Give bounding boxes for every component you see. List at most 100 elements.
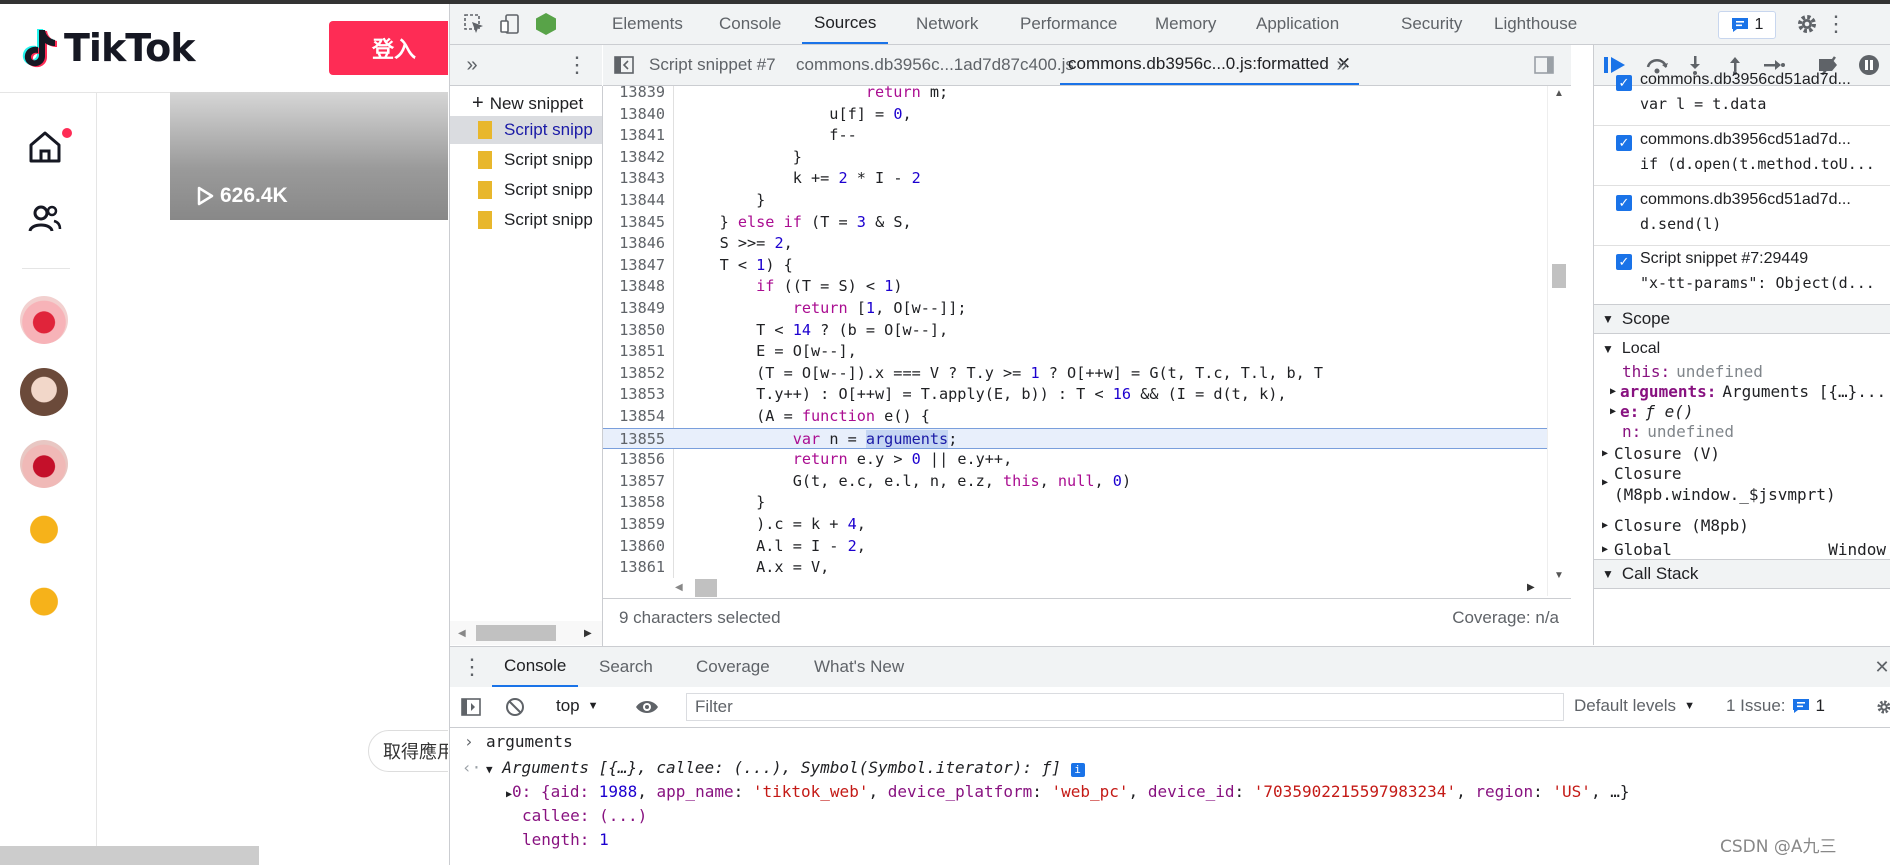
navigator-scrollbar[interactable]: ◀ ▶ xyxy=(450,621,602,645)
scope-closure-window[interactable]: ▶ Closure (M8pb.window._$jsvmprt) xyxy=(1594,463,1890,509)
line-number[interactable]: 13840 xyxy=(603,104,665,126)
avatar[interactable] xyxy=(20,580,68,628)
line-number[interactable]: 13847 xyxy=(603,255,665,277)
login-button[interactable]: 登入 xyxy=(329,21,448,75)
code-line[interactable]: 13849 return [1, O[w--]]; xyxy=(603,298,1563,320)
code-line[interactable]: 13845 } else if (T = 3 & S, xyxy=(603,212,1563,234)
line-number[interactable]: 13849 xyxy=(603,298,665,320)
home-icon[interactable] xyxy=(22,124,72,170)
line-number[interactable]: 13853 xyxy=(603,384,665,406)
line-number[interactable]: 13844 xyxy=(603,190,665,212)
scroll-up-icon[interactable]: ▲ xyxy=(1554,88,1564,99)
code-line[interactable]: 13854 (A = function e() { xyxy=(603,406,1563,428)
editor-vertical-scrollbar[interactable]: ▲ ▼ xyxy=(1547,86,1570,596)
line-number[interactable]: 13848 xyxy=(603,276,665,298)
tab-performance[interactable]: Performance xyxy=(1020,4,1117,44)
live-expression-eye-icon[interactable] xyxy=(634,696,660,718)
editor-tab-snippet[interactable]: Script snippet #7 xyxy=(649,45,776,85)
editor-tab-commons[interactable]: commons.db3956c...1ad7d87c400.js xyxy=(796,45,1074,85)
tab-application[interactable]: Application xyxy=(1256,4,1339,44)
following-icon[interactable] xyxy=(22,196,68,242)
line-number[interactable]: 13850 xyxy=(603,320,665,342)
scroll-left-icon[interactable]: ◀ xyxy=(458,628,466,639)
call-stack-section-header[interactable]: ▼ Call Stack xyxy=(1594,559,1890,589)
code-line[interactable]: 13839 return m; xyxy=(603,86,1563,104)
drawer-tab-whats-new[interactable]: What's New xyxy=(814,647,904,687)
code-line[interactable]: 13861 A.x = V, xyxy=(603,557,1563,579)
line-number[interactable]: 13846 xyxy=(603,233,665,255)
video-thumbnail[interactable]: 626.4K xyxy=(170,92,448,220)
breakpoint-checkbox[interactable]: ✓ xyxy=(1616,75,1632,91)
navigator-menu-icon[interactable]: ⋮ xyxy=(566,52,588,77)
scope-n[interactable]: n: undefined xyxy=(1594,419,1890,443)
filter-input[interactable]: Filter xyxy=(686,693,1564,721)
scope-local[interactable]: ▼ Local xyxy=(1594,337,1890,361)
line-number[interactable]: 13841 xyxy=(603,125,665,147)
breakpoint-checkbox[interactable]: ✓ xyxy=(1616,254,1632,270)
node-icon[interactable] xyxy=(534,12,558,36)
console-settings-gear-icon[interactable] xyxy=(1876,696,1890,718)
code-line[interactable]: 13853 T.y++) : O[++w] = T.apply(E, b)) :… xyxy=(603,384,1563,406)
snippet-item[interactable]: Script snipp xyxy=(450,116,602,144)
drawer-tab-coverage[interactable]: Coverage xyxy=(696,647,770,687)
code-line[interactable]: 13842 } xyxy=(603,147,1563,169)
breakpoint-item[interactable]: ✓ commons.db3956cd51ad7d... if (d.open(t.m… xyxy=(1594,125,1890,186)
code-line[interactable]: 13846 S >>= 2, xyxy=(603,233,1563,255)
line-number[interactable]: 13858 xyxy=(603,492,665,514)
show-sidebar-icon[interactable] xyxy=(460,696,482,718)
new-snippet-button[interactable]: + New snippet xyxy=(472,92,583,115)
avatar[interactable] xyxy=(20,440,68,488)
code-line[interactable]: 13859 ).c = k + 4, xyxy=(603,514,1563,536)
line-number[interactable]: 13861 xyxy=(603,557,665,579)
snippet-item[interactable]: Script snipp xyxy=(450,206,602,234)
avatar[interactable] xyxy=(20,508,68,556)
scroll-right-icon[interactable]: ▶ xyxy=(1527,582,1535,593)
avatar[interactable] xyxy=(20,296,68,344)
tab-sources[interactable]: Sources xyxy=(802,4,889,44)
drawer-tab-search[interactable]: Search xyxy=(599,647,653,687)
scope-closure-m8pb[interactable]: ▶ Closure (M8pb) xyxy=(1594,513,1890,537)
console-item-0[interactable]: ▶0: {aid: 1988, app_name: 'tiktok_web', … xyxy=(506,780,1629,804)
scroll-down-icon[interactable]: ▼ xyxy=(1554,570,1564,581)
line-number[interactable]: 13842 xyxy=(603,147,665,169)
code-line[interactable]: 13852 (T = O[w--]).x === V ? T.y >= 1 ? … xyxy=(603,363,1563,385)
scroll-right-icon[interactable]: ▶ xyxy=(584,628,592,639)
breakpoint-checkbox[interactable]: ✓ xyxy=(1616,135,1632,151)
tab-network[interactable]: Network xyxy=(916,4,978,44)
line-number[interactable]: 13859 xyxy=(603,514,665,536)
code-line[interactable]: 13848 if ((T = S) < 1) xyxy=(603,276,1563,298)
code-line[interactable]: 13850 T < 14 ? (b = O[w--], xyxy=(603,320,1563,342)
code-line[interactable]: 13857 G(t, e.c, e.l, n, e.z, this, null,… xyxy=(603,471,1563,493)
clear-console-icon[interactable] xyxy=(504,696,526,718)
issues-button[interactable]: 1 xyxy=(1718,11,1776,39)
scroll-thumb[interactable] xyxy=(476,625,556,641)
code-line[interactable]: 13843 k += 2 * I - 2 xyxy=(603,168,1563,190)
page-horizontal-scrollbar[interactable] xyxy=(0,846,259,865)
get-app-button[interactable]: 取得應用 xyxy=(368,730,448,772)
code-line[interactable]: 13856 return e.y > 0 || e.y++, xyxy=(603,449,1563,471)
scope-global[interactable]: ▶ Global Window xyxy=(1594,537,1890,561)
more-editor-tabs-icon[interactable]: » xyxy=(1331,53,1353,77)
scope-closure-v[interactable]: ▶ Closure (V) xyxy=(1594,441,1890,465)
line-number[interactable]: 13839 xyxy=(603,86,665,104)
device-toolbar-icon[interactable] xyxy=(498,12,522,36)
console-issues-button[interactable]: 1 Issue: 1 xyxy=(1726,696,1825,716)
more-options-icon[interactable]: ⋮ xyxy=(1825,11,1847,36)
code-line[interactable]: 13855 var n = arguments; xyxy=(603,427,1563,450)
tab-console[interactable]: Console xyxy=(719,4,781,44)
scroll-left-icon[interactable]: ◀ xyxy=(675,582,683,593)
log-levels-dropdown[interactable]: Default levels ▼ xyxy=(1574,696,1695,716)
avatar[interactable] xyxy=(20,368,68,416)
drawer-menu-icon[interactable]: ⋮ xyxy=(461,654,483,679)
breakpoint-item[interactable]: ✓ commons.db3956cd51ad7d... d.send(l) xyxy=(1594,185,1890,246)
code-line[interactable]: 13858 } xyxy=(603,492,1563,514)
line-number[interactable]: 13852 xyxy=(603,363,665,385)
line-number[interactable]: 13843 xyxy=(603,168,665,190)
more-tabs-icon[interactable]: » xyxy=(460,53,484,77)
scroll-thumb[interactable] xyxy=(1552,264,1566,288)
toggle-debugger-icon[interactable] xyxy=(1533,55,1555,75)
console-output[interactable]: › arguments ‹· ▼ Arguments [{…}, callee:… xyxy=(450,728,1890,865)
tab-memory[interactable]: Memory xyxy=(1155,4,1216,44)
line-number[interactable]: 13856 xyxy=(603,449,665,471)
code-editor[interactable]: 13839 return m; 13840 u[f] = 0, 13841 f-- 1… xyxy=(603,86,1571,596)
